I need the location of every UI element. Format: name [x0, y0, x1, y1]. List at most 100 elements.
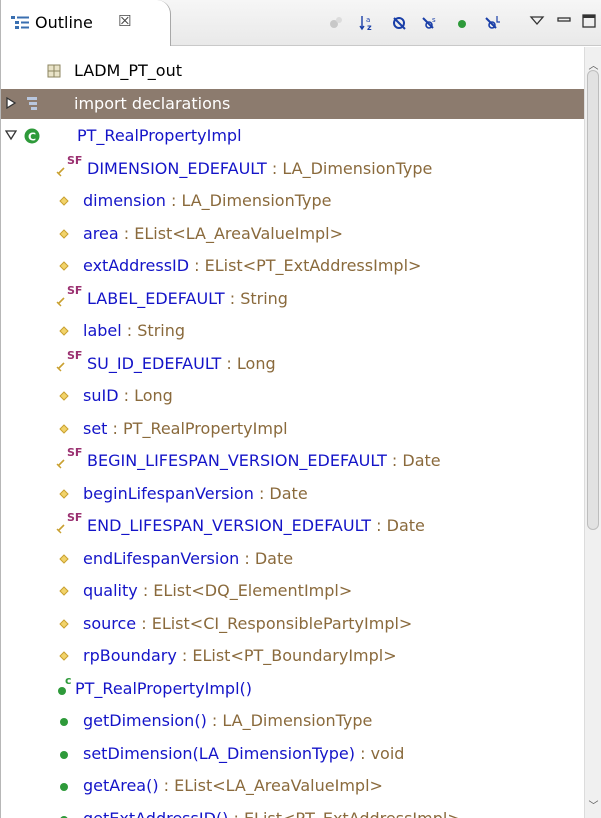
tree-item-label: import declarations — [74, 94, 230, 113]
tree-item-label: setDimension(LA_DimensionType) : void — [83, 744, 404, 763]
hide-non-public-icon[interactable]: s — [421, 14, 439, 32]
tree-item[interactable]: SF LABEL_EDEFAULT : String — [1, 284, 584, 314]
public-method-icon — [60, 783, 68, 791]
public-method-icon — [60, 718, 68, 726]
scroll-down-arrow-icon[interactable]: ﹀ — [585, 799, 601, 815]
member-name: dimension — [83, 191, 166, 210]
tree-collapsed-icon[interactable] — [5, 96, 17, 109]
tree-item[interactable]: source : EList<CI_ResponsiblePartyImpl> — [1, 609, 584, 639]
protected-field-icon — [59, 651, 69, 661]
member-name: endLifespanVersion — [83, 548, 240, 568]
member-name: source — [83, 613, 137, 633]
member-type: : EList<PT_ExtAddressImpl> — [189, 256, 422, 275]
protected-field-icon — [59, 618, 69, 629]
member-type: : Date — [239, 548, 294, 568]
svg-text:z: z — [367, 23, 372, 32]
static-final-decorator-icon: SF — [67, 283, 83, 297]
tree-item[interactable]: getDimension() : LA_DimensionType — [1, 706, 584, 736]
member-type: : void — [355, 743, 405, 763]
tree-item[interactable]: SF DIMENSION_EDEFAULT : LA_DimensionType — [1, 154, 584, 184]
hide-static-icon[interactable] — [391, 14, 409, 32]
tree-expanded-icon[interactable] — [5, 129, 17, 141]
tree-item[interactable]: extAddressID : EList<PT_ExtAddressImpl> — [1, 251, 584, 281]
tree-item[interactable]: getExtAddressID() : EList<PT_ExtAddressI… — [1, 804, 584, 818]
maximize-icon[interactable] — [581, 12, 597, 30]
static-final-decorator-icon: SF — [67, 153, 83, 167]
tree-item[interactable]: dimension : LA_DimensionType — [1, 186, 584, 216]
member-type: : String — [224, 288, 288, 308]
member-name: PT_RealPropertyImpl() — [75, 678, 253, 698]
scrollbar-thumb[interactable] — [587, 70, 599, 530]
tree-item[interactable]: label : String — [1, 316, 584, 346]
tree-item[interactable]: LADM_PT_out — [1, 58, 584, 86]
minimize-icon[interactable] — [555, 12, 573, 30]
outline-view: Outline ☒ a z s LADM_PT_out import decla… — [0, 0, 601, 818]
imports-icon — [27, 96, 37, 110]
tree-item[interactable]: c PT_RealPropertyImpl() — [1, 674, 584, 704]
static-final-decorator-icon: SF — [67, 446, 83, 459]
tree-item[interactable]: set : PT_RealPropertyImpl — [1, 414, 584, 444]
member-type: : LA_DimensionType — [206, 711, 373, 730]
tree-item[interactable]: SF END_LIFESPAN_VERSION_EDEFAULT : Date — [1, 511, 584, 541]
tree-item-label: area : EList<LA_AreaValueImpl> — [83, 224, 343, 243]
member-name: END_LIFESPAN_VERSION_EDEFAULT — [87, 516, 372, 535]
member-type: : EList<PT_ExtAddressImpl> — [228, 808, 461, 818]
tab-outline[interactable]: Outline ☒ — [1, 0, 171, 46]
static-final-decorator-icon: SF — [67, 348, 83, 362]
tree-item-label: quality : EList<DQ_ElementImpl> — [83, 581, 352, 600]
constructor-decorator-icon: c — [65, 673, 72, 687]
package-icon — [47, 64, 61, 78]
member-name: label — [83, 321, 122, 340]
member-type: : String — [121, 321, 186, 340]
tree-item-label: label : String — [83, 321, 185, 340]
tab-title: Outline — [35, 13, 93, 32]
tree-item[interactable]: suID : Long — [1, 381, 584, 411]
protected-field-icon — [59, 423, 69, 434]
member-type: : LA_DimensionType — [266, 158, 433, 178]
tree-item[interactable]: rpBoundary : EList<PT_BoundaryImpl> — [1, 641, 584, 671]
protected-field-icon — [59, 553, 69, 564]
member-type: : Date — [253, 483, 308, 503]
public-method-icon — [60, 750, 68, 759]
tree-item[interactable]: getArea() : EList<LA_AreaValueImpl> — [1, 771, 584, 801]
hide-fields-icon[interactable] — [327, 14, 345, 32]
protected-field-icon — [59, 391, 69, 401]
tree-item-label: source : EList<CI_ResponsiblePartyImpl> — [83, 614, 412, 633]
member-name: getDimension() — [83, 711, 207, 730]
sort-alphabetically-icon[interactable]: a z — [359, 14, 377, 32]
outline-tree[interactable]: LADM_PT_outimport declarations C PT_RealPr… — [1, 58, 584, 818]
outline-view-icon — [11, 16, 29, 29]
tree-item-label: set : PT_RealPropertyImpl — [83, 419, 288, 438]
tree-item-label: DIMENSION_EDEFAULT : LA_DimensionType — [87, 159, 432, 178]
link-with-editor-icon[interactable] — [484, 14, 502, 32]
tree-item-label: LADM_PT_out — [74, 61, 182, 80]
close-tab-button[interactable]: ☒ — [118, 12, 131, 30]
tree-item-label: getDimension() : LA_DimensionType — [83, 711, 372, 730]
member-name: extAddressID — [83, 256, 190, 275]
member-name: getExtAddressID() — [83, 808, 229, 818]
vertical-scrollbar[interactable]: ︿ ﹀ — [584, 47, 601, 818]
protected-field-icon — [59, 261, 69, 271]
tree-item[interactable]: beginLifespanVersion : Date — [1, 479, 584, 509]
member-type: : Date — [386, 451, 441, 470]
tree-item-label: rpBoundary : EList<PT_BoundaryImpl> — [83, 646, 397, 665]
tree-item[interactable]: area : EList<LA_AreaValueImpl> — [1, 219, 584, 249]
member-type: : PT_RealPropertyImpl — [107, 418, 288, 438]
member-name: area — [83, 223, 119, 243]
tree-item[interactable]: C PT_RealPropertyImpl — [1, 121, 584, 151]
member-name: quality — [83, 581, 138, 600]
tree-item[interactable]: import declarations — [1, 88, 584, 119]
tree-item[interactable]: endLifespanVersion : Date — [1, 544, 584, 574]
tree-item-label: SU_ID_EDEFAULT : Long — [87, 354, 276, 373]
tree-item[interactable]: setDimension(LA_DimensionType) : void — [1, 739, 584, 769]
tree-item[interactable]: SF SU_ID_EDEFAULT : Long — [1, 349, 584, 379]
member-name: SU_ID_EDEFAULT — [87, 353, 222, 373]
protected-field-icon — [59, 196, 69, 206]
member-name: import declarations — [74, 93, 231, 113]
tree-item[interactable]: SF BEGIN_LIFESPAN_VERSION_EDEFAULT : Date — [1, 446, 584, 476]
member-type: : Long — [118, 386, 173, 405]
tree-item[interactable]: quality : EList<DQ_ElementImpl> — [1, 576, 584, 606]
hide-local-types-icon[interactable] — [453, 14, 471, 32]
view-menu-icon[interactable] — [528, 12, 546, 30]
member-type: : EList<DQ_ElementImpl> — [137, 581, 353, 600]
